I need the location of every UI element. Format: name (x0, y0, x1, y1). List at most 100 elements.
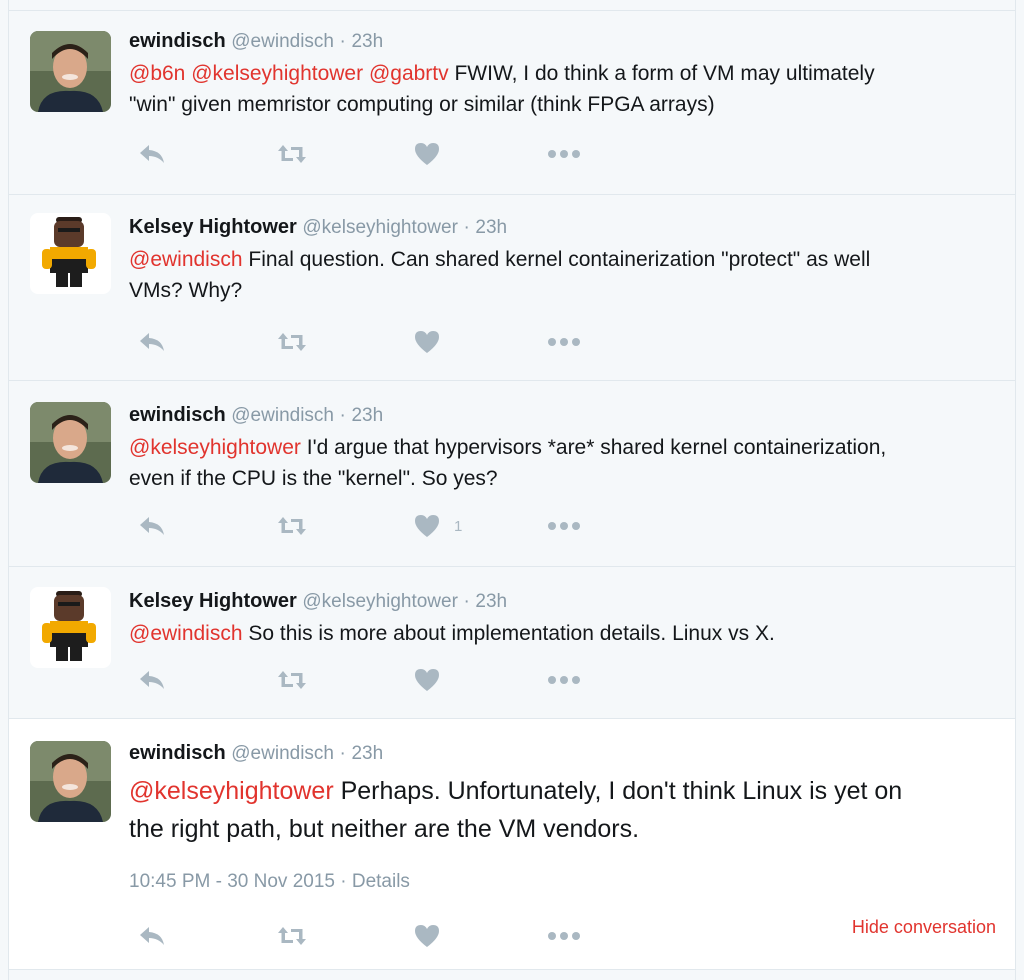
heart-icon (415, 331, 439, 353)
hide-conversation-link[interactable]: Hide conversation (852, 917, 996, 938)
author-handle[interactable]: @kelseyhightower (302, 591, 458, 612)
tweet-text-body: the right path, but neither are the VM v… (129, 815, 640, 843)
retweet-button[interactable] (277, 327, 307, 357)
mention-link[interactable]: @b6n (129, 62, 185, 85)
author-handle[interactable]: @kelseyhightower (302, 217, 458, 238)
more-button[interactable] (547, 139, 581, 169)
like-button[interactable] (414, 327, 454, 357)
tweet-actions (134, 139, 594, 169)
more-button[interactable] (547, 511, 581, 541)
retweet-icon (278, 927, 306, 945)
reply-icon (140, 671, 164, 689)
tweet-time[interactable]: 23h (351, 31, 383, 52)
author-name[interactable]: Kelsey Hightower (129, 590, 297, 612)
separator-dot: · (339, 31, 346, 52)
retweet-button[interactable] (277, 665, 307, 695)
like-button[interactable]: 1 (414, 511, 462, 541)
reply-icon (140, 333, 164, 351)
retweet-button[interactable] (277, 511, 307, 541)
more-button[interactable] (547, 665, 581, 695)
retweet-icon (278, 517, 306, 535)
like-button[interactable] (414, 139, 454, 169)
more-dots-icon (548, 676, 580, 684)
more-button[interactable] (547, 921, 581, 951)
tweet-text-body: FWIW, I do think a form of VM may ultima… (454, 62, 875, 85)
heart-icon (415, 515, 439, 537)
tweet-text-body: VMs? Why? (129, 279, 243, 302)
avatar-ewindisch[interactable] (30, 741, 111, 822)
author-handle[interactable]: @ewindisch (231, 743, 334, 764)
separator-dot: · (463, 217, 470, 238)
tweet-meta: 10:45 PM - 30 Nov 2015 · Details (129, 871, 410, 893)
reply-icon (140, 517, 164, 535)
mention-link[interactable]: @gabrtv (369, 62, 449, 85)
tweet-time[interactable]: 23h (475, 591, 507, 612)
tweet-text-body: So this is more about implementation det… (248, 622, 775, 645)
tweet[interactable]: Kelsey Hightower @kelseyhightower · 23h … (9, 194, 1015, 380)
more-dots-icon (548, 522, 580, 530)
tweet-header: ewindisch @ewindisch · 23h (129, 741, 991, 766)
reply-button[interactable] (139, 921, 165, 951)
retweet-icon (278, 671, 306, 689)
author-name[interactable]: ewindisch (129, 742, 226, 764)
like-count: 1 (454, 517, 463, 535)
retweet-button[interactable] (277, 139, 307, 169)
separator-dot: · (340, 871, 347, 892)
mention-link[interactable]: @ewindisch (129, 622, 243, 645)
tweet-actions: 1 (134, 511, 594, 541)
heart-icon (415, 143, 439, 165)
avatar-ewindisch[interactable] (30, 402, 111, 483)
more-dots-icon (548, 150, 580, 158)
like-button[interactable] (414, 665, 454, 695)
details-link[interactable]: Details (352, 871, 410, 892)
reply-icon (140, 927, 164, 945)
tweet-text-body: Final question. Can shared kernel contai… (248, 248, 871, 271)
tweet-text-body: even if the CPU is the "kernel". So yes? (129, 467, 498, 490)
mention-link[interactable]: @ewindisch (129, 248, 243, 271)
tweet-timestamp[interactable]: 10:45 PM - 30 Nov 2015 (129, 871, 335, 892)
tweet-text: @ewindisch Final question. Can shared ke… (129, 244, 991, 306)
retweet-button[interactable] (277, 921, 307, 951)
mention-link[interactable]: @kelseyhightower (191, 62, 363, 85)
reply-button[interactable] (139, 139, 165, 169)
tweet-text: @ewindisch So this is more about impleme… (129, 618, 991, 649)
tweet-time[interactable]: 23h (351, 405, 383, 426)
retweet-icon (278, 145, 306, 163)
like-button[interactable] (414, 921, 440, 951)
heart-icon (415, 925, 439, 947)
reply-button[interactable] (139, 665, 165, 695)
mention-link[interactable]: @kelseyhightower (129, 436, 301, 459)
tweet-header: Kelsey Hightower @kelseyhightower · 23h (129, 589, 991, 614)
tweet-actions (134, 327, 594, 357)
retweet-icon (278, 333, 306, 351)
tweet-text-body: I'd argue that hypervisors *are* shared … (306, 436, 887, 459)
tweet-time[interactable]: 23h (475, 217, 507, 238)
tweet-text: @kelseyhightower Perhaps. Unfortunately,… (129, 772, 991, 848)
tweet-header: ewindisch @ewindisch · 23h (129, 29, 991, 54)
tweet-header: Kelsey Hightower @kelseyhightower · 23h (129, 215, 991, 240)
tweet[interactable]: ewindisch @ewindisch · 23h @b6n @kelseyh… (9, 10, 1015, 194)
tweet-text-body: "win" given memristor computing or simil… (129, 93, 715, 116)
tweet[interactable]: ewindisch @ewindisch · 23h @kelseyhighto… (9, 380, 1015, 566)
heart-icon (415, 669, 439, 691)
tweet[interactable]: Kelsey Hightower @kelseyhightower · 23h … (9, 566, 1015, 718)
more-button[interactable] (547, 327, 581, 357)
avatar-kelseyhightower[interactable] (30, 213, 111, 294)
author-name[interactable]: ewindisch (129, 30, 226, 52)
tweet-actions (134, 921, 594, 951)
tweet-text: @kelseyhightower I'd argue that hypervis… (129, 432, 991, 494)
separator-dot: · (339, 405, 346, 426)
more-dots-icon (548, 932, 580, 940)
tweet-time[interactable]: 23h (351, 743, 383, 764)
author-name[interactable]: Kelsey Hightower (129, 216, 297, 238)
author-handle[interactable]: @ewindisch (231, 405, 334, 426)
avatar-ewindisch[interactable] (30, 31, 111, 112)
reply-button[interactable] (139, 511, 165, 541)
author-name[interactable]: ewindisch (129, 404, 226, 426)
avatar-kelseyhightower[interactable] (30, 587, 111, 668)
tweet-actions (134, 665, 594, 695)
author-handle[interactable]: @ewindisch (231, 31, 334, 52)
mention-link[interactable]: @kelseyhightower (129, 777, 334, 805)
reply-button[interactable] (139, 327, 165, 357)
separator-dot: · (463, 591, 470, 612)
